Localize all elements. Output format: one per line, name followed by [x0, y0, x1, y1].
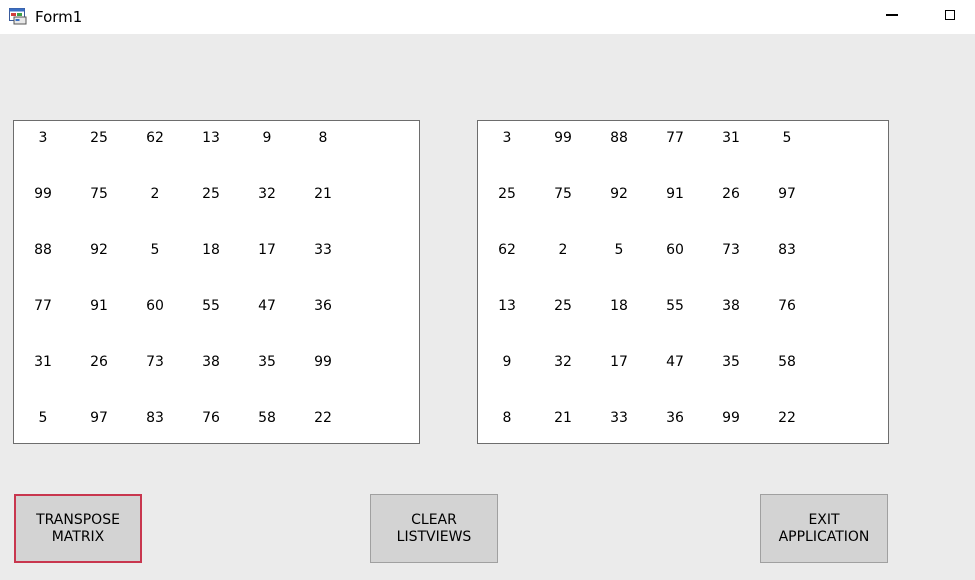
- app-window-icon: [9, 8, 27, 25]
- button-label-line: MATRIX: [51, 528, 105, 545]
- listview-cell: 26: [90, 354, 108, 370]
- listview-cell: 13: [498, 298, 516, 314]
- listview-cell: 55: [202, 298, 220, 314]
- listview-cell: 99: [34, 186, 52, 202]
- listview-cell: 17: [258, 242, 276, 258]
- listview-cell: 83: [146, 410, 164, 426]
- window-title: Form1: [35, 8, 83, 26]
- listview-cell: 9: [262, 130, 272, 146]
- listview-cell: 77: [34, 298, 52, 314]
- left-listview[interactable]: 3 25 62 13 9 8 99 75 2 25 32 21 88 92 5 18 17 33 77 91 60 55 4…: [13, 120, 420, 444]
- listview-cell: 22: [778, 410, 796, 426]
- listview-cell: 5: [782, 130, 792, 146]
- listview-cell: 76: [202, 410, 220, 426]
- listview-cell: 60: [666, 242, 684, 258]
- title-bar: Form1: [0, 0, 975, 34]
- listview-cell: 76: [778, 298, 796, 314]
- listview-cell: 9: [502, 354, 512, 370]
- listview-cell: 35: [258, 354, 276, 370]
- clear-listviews-button[interactable]: CLEAR LISTVIEWS: [370, 494, 498, 563]
- listview-cell: 36: [666, 410, 684, 426]
- listview-cell: 25: [202, 186, 220, 202]
- listview-cell: 60: [146, 298, 164, 314]
- listview-cell: 75: [554, 186, 572, 202]
- listview-cell: 21: [554, 410, 572, 426]
- listview-cell: 38: [722, 298, 740, 314]
- listview-cell: 26: [722, 186, 740, 202]
- listview-cell: 47: [666, 354, 684, 370]
- listview-cell: 92: [610, 186, 628, 202]
- minimize-icon: [886, 14, 898, 16]
- listview-cell: 2: [150, 186, 160, 202]
- listview-cell: 13: [202, 130, 220, 146]
- listview-cell: 58: [258, 410, 276, 426]
- listview-cell: 99: [722, 410, 740, 426]
- listview-cell: 31: [34, 354, 52, 370]
- listview-cell: 62: [146, 130, 164, 146]
- listview-cell: 91: [666, 186, 684, 202]
- listview-cell: 5: [150, 242, 160, 258]
- listview-cell: 62: [498, 242, 516, 258]
- listview-cell: 58: [778, 354, 796, 370]
- button-label-line: TRANSPOSE: [36, 511, 120, 528]
- listview-cell: 97: [778, 186, 796, 202]
- listview-cell: 25: [498, 186, 516, 202]
- listview-cell: 75: [90, 186, 108, 202]
- listview-cell: 73: [146, 354, 164, 370]
- listview-cell: 8: [318, 130, 328, 146]
- maximize-icon: [945, 10, 955, 20]
- listview-cell: 21: [314, 186, 332, 202]
- button-label-line: LISTVIEWS: [396, 528, 472, 545]
- listview-cell: 25: [554, 298, 572, 314]
- listview-cell: 18: [202, 242, 220, 258]
- listview-cell: 77: [666, 130, 684, 146]
- listview-cell: 8: [502, 410, 512, 426]
- transpose-matrix-button[interactable]: TRANSPOSE MATRIX: [14, 494, 142, 563]
- button-label-line: CLEAR: [411, 511, 457, 528]
- button-label-line: EXIT: [808, 511, 840, 528]
- exit-application-button[interactable]: EXIT APPLICATION: [760, 494, 888, 563]
- listview-cell: 36: [314, 298, 332, 314]
- listview-cell: 97: [90, 410, 108, 426]
- listview-cell: 83: [778, 242, 796, 258]
- listview-cell: 88: [610, 130, 628, 146]
- listview-cell: 91: [90, 298, 108, 314]
- listview-cell: 31: [722, 130, 740, 146]
- listview-cell: 88: [34, 242, 52, 258]
- listview-cell: 47: [258, 298, 276, 314]
- listview-cell: 33: [314, 242, 332, 258]
- button-label-line: APPLICATION: [778, 528, 870, 545]
- listview-cell: 99: [554, 130, 572, 146]
- listview-cell: 92: [90, 242, 108, 258]
- listview-cell: 38: [202, 354, 220, 370]
- listview-cell: 55: [666, 298, 684, 314]
- listview-cell: 18: [610, 298, 628, 314]
- listview-cell: 5: [614, 242, 624, 258]
- listview-cell: 3: [502, 130, 512, 146]
- listview-cell: 2: [558, 242, 568, 258]
- listview-cell: 99: [314, 354, 332, 370]
- listview-cell: 73: [722, 242, 740, 258]
- listview-cell: 17: [610, 354, 628, 370]
- listview-cell: 5: [38, 410, 48, 426]
- listview-cell: 22: [314, 410, 332, 426]
- listview-cell: 35: [722, 354, 740, 370]
- listview-cell: 3: [38, 130, 48, 146]
- listview-cell: 25: [90, 130, 108, 146]
- listview-cell: 33: [610, 410, 628, 426]
- listview-cell: 32: [554, 354, 572, 370]
- minimize-button[interactable]: [870, 0, 914, 30]
- listview-cell: 32: [258, 186, 276, 202]
- right-listview[interactable]: 3 99 88 77 31 5 25 75 92 91 26 97 62 2 5 60 73 83 13 25 18 55…: [477, 120, 889, 444]
- maximize-button[interactable]: [928, 0, 972, 30]
